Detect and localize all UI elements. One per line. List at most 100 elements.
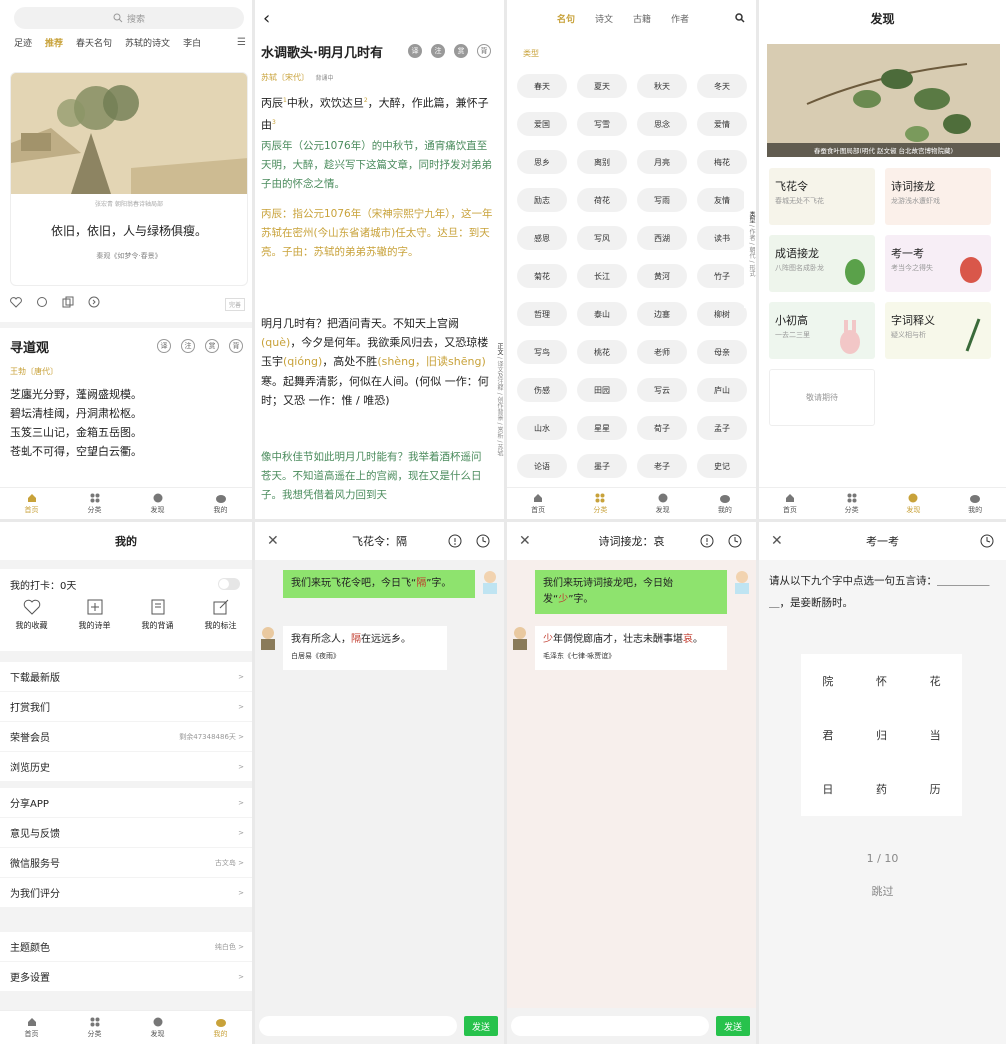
- nav-libai[interactable]: 李白: [183, 36, 201, 54]
- tab-category[interactable]: 分类: [845, 493, 859, 515]
- send-button[interactable]: 发送: [716, 1016, 750, 1036]
- category-chip[interactable]: 梅花: [697, 150, 747, 174]
- category-chip[interactable]: 老师: [637, 340, 687, 364]
- annotate-icon[interactable]: 注: [181, 339, 195, 353]
- feature-quiz[interactable]: 考一考 考当今之得失: [885, 235, 991, 292]
- close-icon[interactable]: ✕: [519, 533, 531, 549]
- category-chip[interactable]: 黄河: [637, 264, 687, 288]
- category-chip[interactable]: 冬天: [697, 74, 747, 98]
- category-chip[interactable]: 史记: [697, 454, 747, 478]
- category-chip[interactable]: 思乡: [517, 150, 567, 174]
- category-chip[interactable]: 哲理: [517, 302, 567, 326]
- recite-button[interactable]: 我的背诵: [142, 599, 174, 651]
- nav-sushi[interactable]: 苏轼的诗文: [125, 36, 170, 54]
- tab-discover[interactable]: 发现: [906, 493, 920, 515]
- badge[interactable]: 完善: [225, 298, 246, 311]
- settings-row[interactable]: 微信服务号 古文岛 >: [0, 848, 252, 878]
- category-chip[interactable]: 写雪: [577, 112, 627, 136]
- category-chip[interactable]: 写云: [637, 378, 687, 402]
- category-chip[interactable]: 爱国: [517, 112, 567, 136]
- annotate-icon[interactable]: 注: [431, 44, 445, 58]
- tab-mine[interactable]: 我的: [214, 493, 228, 515]
- nav-recommend[interactable]: 推荐: [45, 36, 63, 54]
- character-option[interactable]: 日: [801, 762, 855, 816]
- category-chip[interactable]: 竹子: [697, 264, 747, 288]
- category-chip[interactable]: 田园: [577, 378, 627, 402]
- category-chip[interactable]: 读书: [697, 226, 747, 250]
- category-chip[interactable]: 桃花: [577, 340, 627, 364]
- side-tab[interactable]: 作者: [748, 229, 755, 241]
- history-icon[interactable]: [728, 534, 742, 548]
- feature-feihualing[interactable]: 飞花令 春城无处不飞花: [769, 168, 875, 225]
- tab-poems[interactable]: 诗文: [595, 12, 613, 25]
- settings-row[interactable]: 荣誉会员 剩余47348486天 >: [0, 722, 252, 752]
- character-option[interactable]: 怀: [855, 654, 909, 708]
- poem-author[interactable]: 苏轼〔宋代〕: [261, 73, 309, 82]
- tab-mine[interactable]: 我的: [214, 1017, 228, 1039]
- category-chip[interactable]: 励志: [517, 188, 567, 212]
- character-option[interactable]: 归: [855, 708, 909, 762]
- tab-famous-lines[interactable]: 名句: [557, 12, 575, 25]
- category-chip[interactable]: 写鸟: [517, 340, 567, 364]
- category-chip[interactable]: 夏天: [577, 74, 627, 98]
- search-input[interactable]: 搜索: [14, 7, 244, 29]
- menu-icon[interactable]: ☰: [235, 37, 246, 48]
- recite-icon[interactable]: 背: [477, 44, 491, 58]
- category-chip[interactable]: 墨子: [577, 454, 627, 478]
- info-icon[interactable]: [700, 534, 714, 548]
- category-chip[interactable]: 山水: [517, 416, 567, 440]
- tab-discover[interactable]: 发现: [656, 493, 670, 515]
- character-option[interactable]: 历: [908, 762, 962, 816]
- category-chip[interactable]: 边塞: [637, 302, 687, 326]
- tab-mine[interactable]: 我的: [718, 493, 732, 515]
- category-chip[interactable]: 孟子: [697, 416, 747, 440]
- settings-row[interactable]: 分享APP >: [0, 788, 252, 818]
- history-icon[interactable]: [476, 534, 490, 548]
- tab-authors[interactable]: 作者: [671, 12, 689, 25]
- appreciate-icon[interactable]: 赏: [205, 339, 219, 353]
- side-tab[interactable]: 译文及注释: [496, 361, 503, 391]
- category-chip[interactable]: 离别: [577, 150, 627, 174]
- close-icon[interactable]: ✕: [771, 533, 783, 549]
- settings-row[interactable]: 打赏我们 >: [0, 692, 252, 722]
- daily-card[interactable]: 张宏青 朝阳翁春诗轴局部 依旧，依旧，人与绿杨俱瘦。 秦观《如梦令·春景》: [10, 72, 248, 286]
- skip-button[interactable]: 跳过: [759, 883, 1006, 899]
- feature-school[interactable]: 小初高 一去二三里: [769, 302, 875, 359]
- category-chip[interactable]: 写雨: [637, 188, 687, 212]
- character-option[interactable]: 当: [908, 708, 962, 762]
- tab-classics[interactable]: 古籍: [633, 12, 651, 25]
- favorites-button[interactable]: 我的收藏: [16, 599, 48, 651]
- category-chip[interactable]: 母亲: [697, 340, 747, 364]
- nav-spring[interactable]: 春天名句: [76, 36, 112, 54]
- settings-row[interactable]: 为我们评分 >: [0, 878, 252, 908]
- tab-home[interactable]: 首页: [783, 493, 797, 515]
- translate-icon[interactable]: 译: [408, 44, 422, 58]
- feature-idiom-chain[interactable]: 成语接龙 八阵图名成卧龙: [769, 235, 875, 292]
- settings-row[interactable]: 主题颜色 纯白色 >: [0, 932, 252, 962]
- character-option[interactable]: 院: [801, 654, 855, 708]
- side-tab[interactable]: 朝代: [748, 247, 755, 259]
- character-option[interactable]: 花: [908, 654, 962, 708]
- settings-row[interactable]: 意见与反馈 >: [0, 818, 252, 848]
- heart-icon[interactable]: [10, 296, 22, 308]
- character-option[interactable]: 君: [801, 708, 855, 762]
- category-chip[interactable]: 泰山: [577, 302, 627, 326]
- appreciate-icon[interactable]: 赏: [454, 44, 468, 58]
- category-chip[interactable]: 爱情: [697, 112, 747, 136]
- category-chip[interactable]: 荀子: [637, 416, 687, 440]
- banner[interactable]: 春蚕食叶图局部(明代 赵文俶 台北故宫博物院藏): [767, 44, 1000, 157]
- settings-row[interactable]: 下载最新版 >: [0, 662, 252, 692]
- category-chip[interactable]: 西湖: [637, 226, 687, 250]
- category-chip[interactable]: 长江: [577, 264, 627, 288]
- checkin-toggle[interactable]: [218, 578, 240, 590]
- feature-word-meaning[interactable]: 字词释义 疑义相与析: [885, 302, 991, 359]
- side-tab[interactable]: 形式: [748, 265, 755, 277]
- message-input[interactable]: [511, 1016, 709, 1036]
- next-icon[interactable]: [88, 296, 100, 308]
- category-chip[interactable]: 论语: [517, 454, 567, 478]
- side-tab[interactable]: 创作背景: [496, 397, 503, 421]
- category-chip[interactable]: 秋天: [637, 74, 687, 98]
- category-chip[interactable]: 老子: [637, 454, 687, 478]
- category-chip[interactable]: 庐山: [697, 378, 747, 402]
- send-button[interactable]: 发送: [464, 1016, 498, 1036]
